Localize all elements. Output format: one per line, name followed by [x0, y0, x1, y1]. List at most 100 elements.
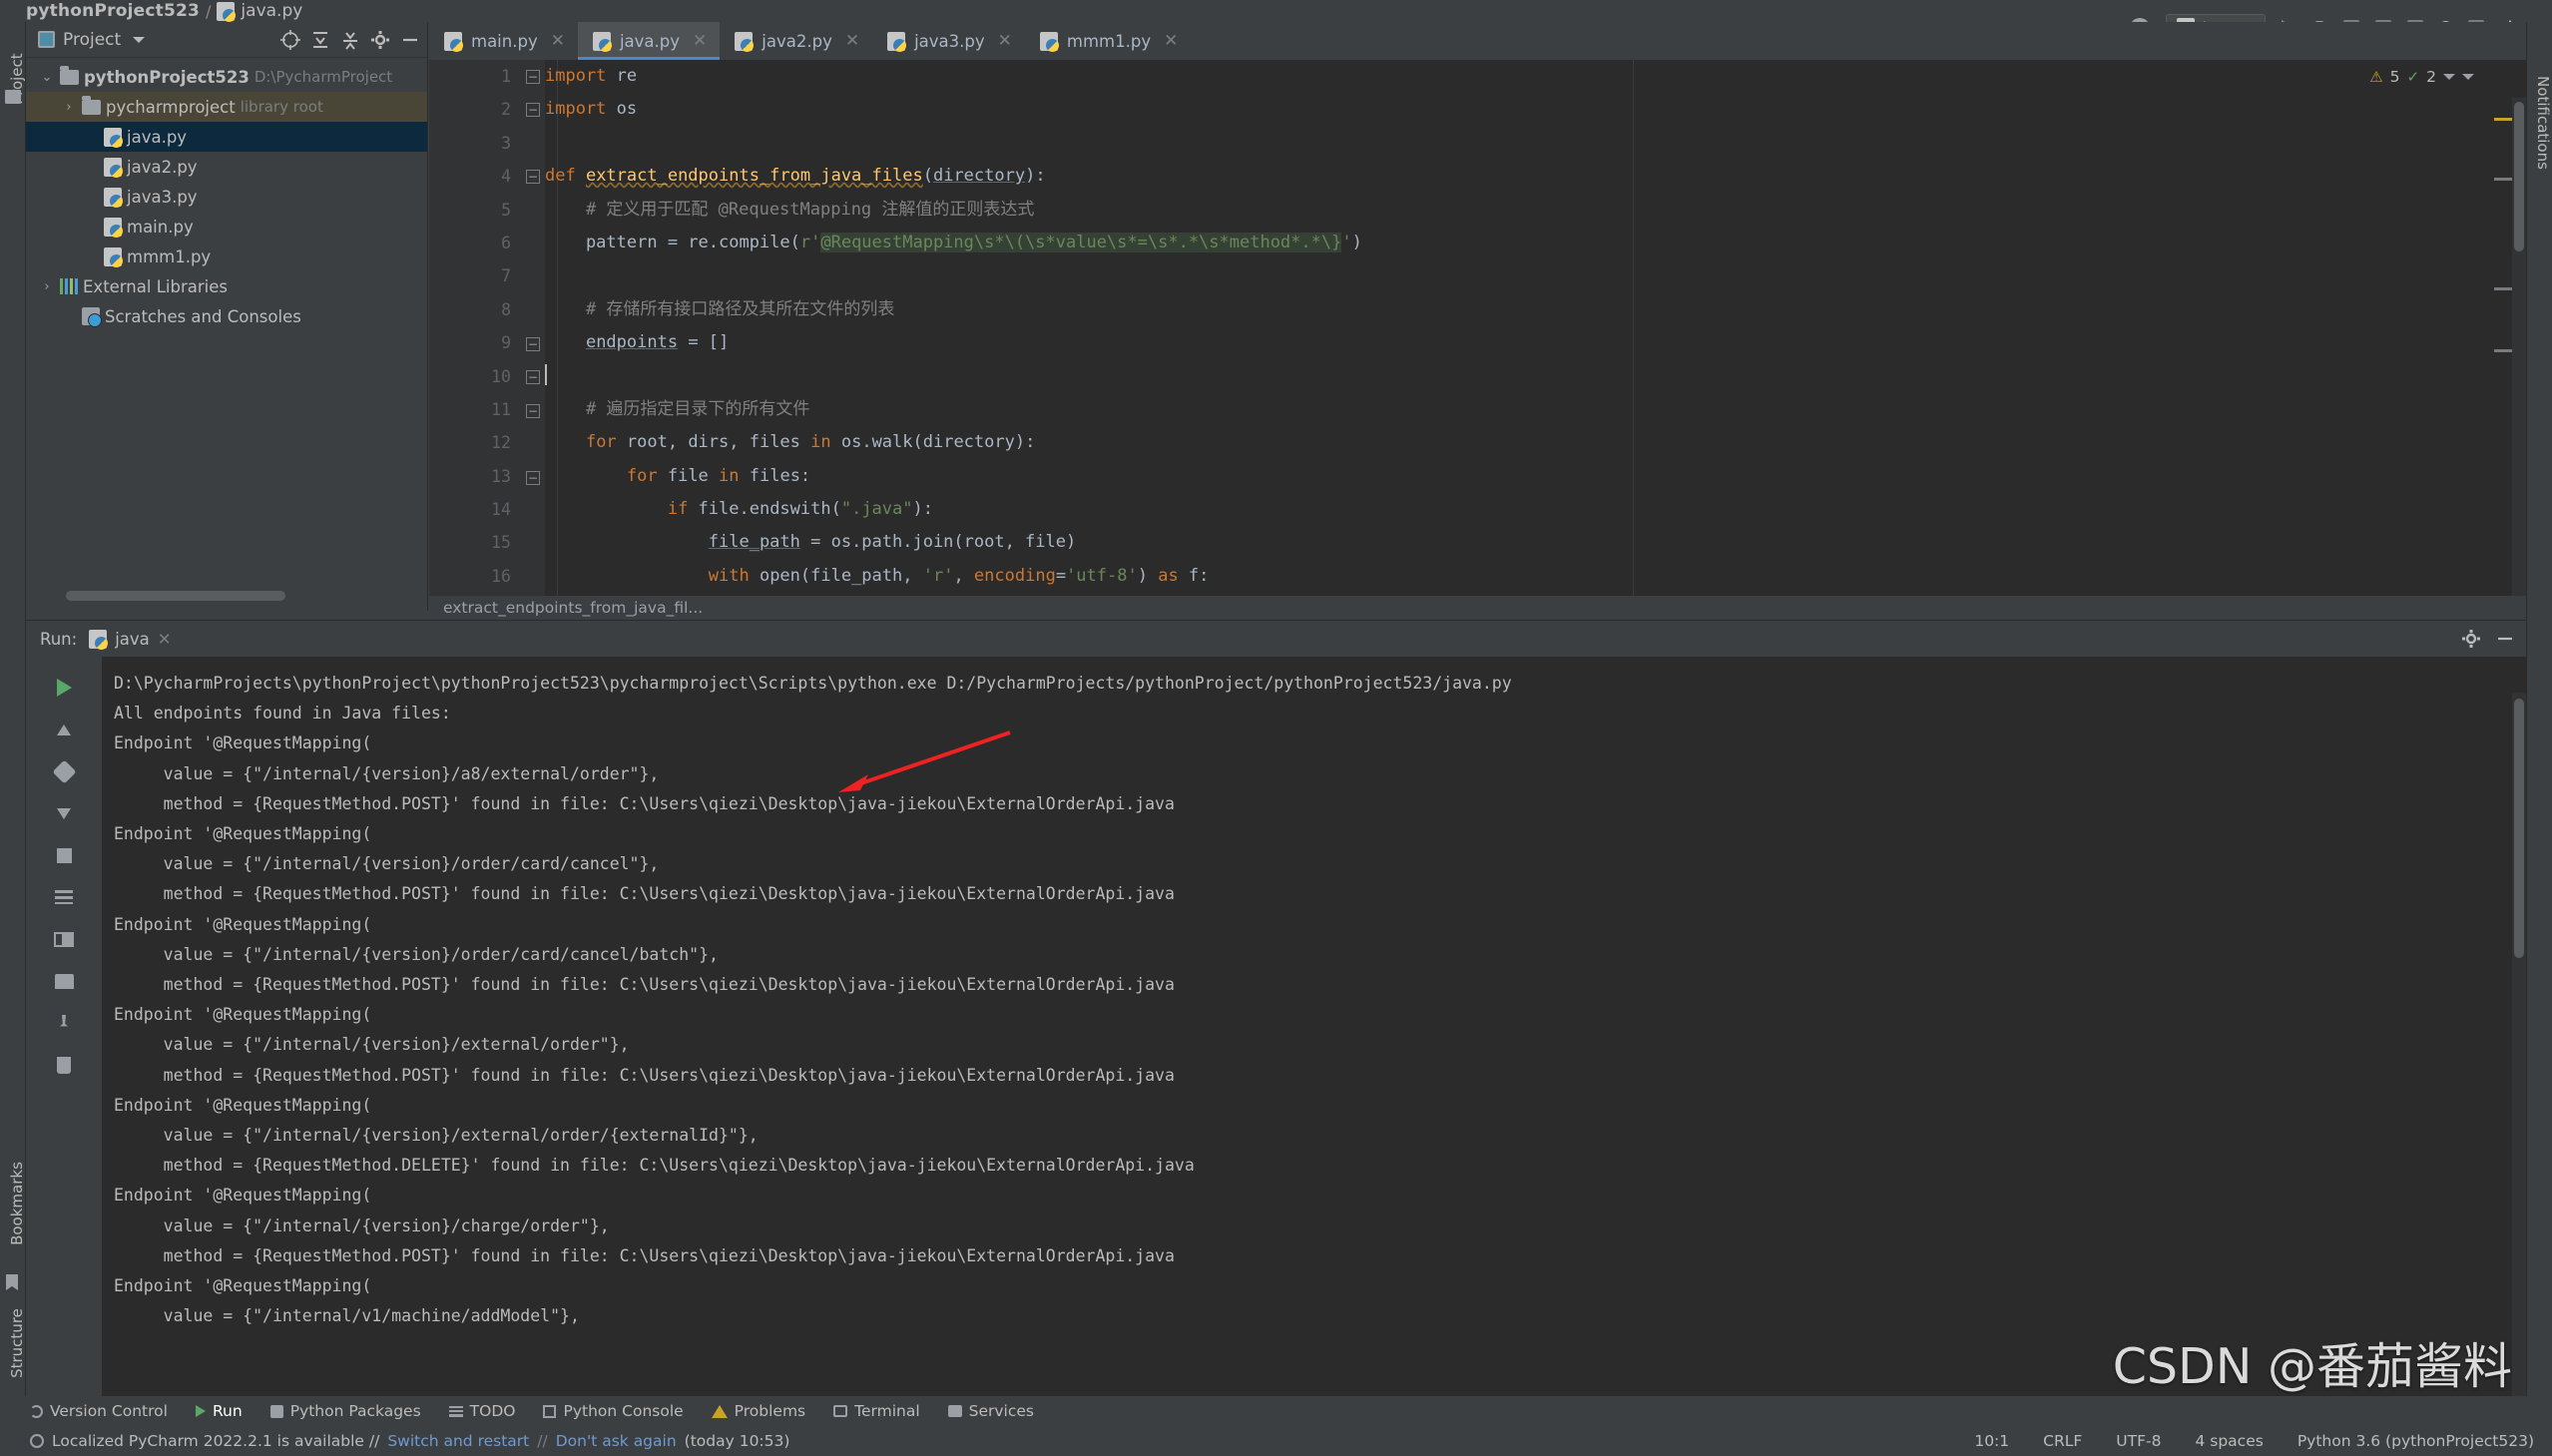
- code-line[interactable]: with open(file_path, 'r', encoding='utf-…: [545, 560, 2526, 593]
- tool-window-python-console[interactable]: Python Console: [543, 1402, 684, 1420]
- tab-java-py[interactable]: java.py ✕: [577, 22, 721, 60]
- locate-file-icon[interactable]: [279, 29, 301, 51]
- sidebar-item-structure[interactable]: Structure: [8, 1300, 26, 1386]
- breadcrumb-project[interactable]: pythonProject523: [26, 1, 200, 21]
- fold-icon[interactable]: −: [526, 471, 540, 485]
- code-line[interactable]: def extract_endpoints_from_java_files(di…: [545, 160, 2526, 193]
- run-tab-java[interactable]: java ✕: [89, 629, 172, 650]
- console-vertical-scrollbar[interactable]: [2512, 693, 2526, 1405]
- tool-window-todo[interactable]: TODO: [448, 1402, 515, 1420]
- code-line[interactable]: for file in files:: [545, 460, 2526, 493]
- code-line[interactable]: [545, 259, 2526, 292]
- code-line[interactable]: import re: [545, 60, 2526, 93]
- code-line[interactable]: import os: [545, 93, 2526, 126]
- close-icon[interactable]: ✕: [998, 31, 1012, 51]
- tool-window-services[interactable]: Services: [947, 1402, 1034, 1420]
- tree-item-external-libraries[interactable]: › External Libraries: [26, 271, 427, 301]
- fold-column[interactable]: − − − − − − −: [521, 60, 545, 611]
- tab-mmm1-py[interactable]: mmm1.py ✕: [1025, 22, 1191, 60]
- console-view-button[interactable]: [26, 918, 102, 960]
- gear-icon[interactable]: [2460, 628, 2482, 650]
- close-icon[interactable]: ✕: [693, 31, 707, 51]
- code-line[interactable]: pattern = re.compile(r'@RequestMapping\s…: [545, 227, 2526, 259]
- scrollbar-thumb[interactable]: [2514, 699, 2524, 958]
- hide-panel-icon[interactable]: [2494, 628, 2516, 650]
- scrollbar-thumb[interactable]: [2514, 102, 2524, 251]
- tree-item-java-py[interactable]: java.py: [26, 122, 427, 152]
- switch-and-restart-link[interactable]: Switch and restart: [387, 1432, 529, 1450]
- tab-java3-py[interactable]: java3.py ✕: [872, 22, 1025, 60]
- print-button[interactable]: [26, 960, 102, 1002]
- stop-button[interactable]: [26, 834, 102, 876]
- bookmarks-icon[interactable]: [6, 1274, 18, 1290]
- editor-vertical-scrollbar[interactable]: [2512, 98, 2526, 611]
- code-area[interactable]: 1 2 3 4 5 6 7 8 9 10 11 12 13 14 15 16 − − − − − − − im…: [429, 60, 2526, 611]
- close-icon[interactable]: ✕: [845, 31, 859, 51]
- tree-expand-icon[interactable]: ›: [39, 279, 55, 294]
- tree-item-scratches-and-consoles[interactable]: Scratches and Consoles: [26, 301, 427, 331]
- tree-item-pycharmproject[interactable]: › pycharmproject library root: [26, 92, 427, 122]
- tool-window-version-control[interactable]: Version Control: [30, 1402, 168, 1420]
- scroll-down-button[interactable]: [26, 792, 102, 834]
- tool-window-run[interactable]: Run: [195, 1402, 243, 1420]
- indent-setting[interactable]: 4 spaces: [2195, 1432, 2263, 1450]
- scroll-up-button[interactable]: [26, 709, 102, 750]
- tool-window-terminal[interactable]: Terminal: [833, 1402, 920, 1420]
- file-encoding[interactable]: UTF-8: [2116, 1432, 2161, 1450]
- code-line[interactable]: file_path = os.path.join(root, file): [545, 526, 2526, 559]
- chevron-down-icon-2[interactable]: [2462, 74, 2474, 80]
- close-icon[interactable]: ✕: [1164, 31, 1178, 51]
- collapse-all-icon[interactable]: [339, 29, 361, 51]
- caret-position[interactable]: 10:1: [1974, 1432, 2009, 1450]
- dont-ask-again-link[interactable]: Don't ask again: [556, 1432, 677, 1450]
- sidebar-item-bookmarks[interactable]: Bookmarks: [8, 1159, 26, 1248]
- editor-breadcrumb[interactable]: extract_endpoints_from_java_fil...: [429, 596, 2526, 620]
- tool-window-python-packages[interactable]: Python Packages: [269, 1402, 421, 1420]
- tree-item-pythonproject523[interactable]: ⌄ pythonProject523 D:\PycharmProject: [26, 62, 427, 92]
- project-horizontal-scrollbar[interactable]: [66, 591, 285, 601]
- chevron-down-icon[interactable]: [133, 36, 146, 43]
- soft-wrap-button[interactable]: [26, 876, 102, 918]
- tool-window-problems[interactable]: Problems: [711, 1402, 805, 1420]
- close-icon[interactable]: ✕: [158, 630, 172, 649]
- code-line[interactable]: endpoints = []: [545, 326, 2526, 359]
- close-icon[interactable]: ✕: [551, 31, 565, 51]
- console-output[interactable]: D:\PycharmProjects\pythonProject\pythonP…: [102, 657, 2512, 1405]
- tree-item-mmm1-py[interactable]: mmm1.py: [26, 242, 427, 271]
- code-line[interactable]: if file.endswith(".java"):: [545, 493, 2526, 526]
- line-separator[interactable]: CRLF: [2043, 1432, 2082, 1450]
- fold-icon[interactable]: −: [526, 404, 540, 418]
- code-line[interactable]: # 定义用于匹配 @RequestMapping 注解值的正则表达式: [545, 194, 2526, 227]
- expand-all-icon[interactable]: [309, 29, 331, 51]
- tab-main-py[interactable]: main.py ✕: [429, 22, 578, 60]
- fold-icon[interactable]: −: [526, 70, 540, 84]
- code-line[interactable]: # 存储所有接口路径及其所在文件的列表: [545, 293, 2526, 326]
- code-line[interactable]: # 遍历指定目录下的所有文件: [545, 393, 2526, 426]
- python-interpreter[interactable]: Python 3.6 (pythonProject523): [2297, 1432, 2534, 1450]
- fold-icon[interactable]: −: [526, 337, 540, 351]
- fold-icon[interactable]: −: [526, 103, 540, 117]
- chevron-down-icon[interactable]: [2443, 74, 2455, 80]
- code-line[interactable]: for root, dirs, files in os.walk(directo…: [545, 426, 2526, 459]
- settings-button[interactable]: [26, 750, 102, 792]
- rerun-button[interactable]: [26, 667, 102, 709]
- tree-expand-icon[interactable]: ⌄: [39, 70, 55, 85]
- tree-item-java3-py[interactable]: java3.py: [26, 182, 427, 212]
- gear-icon[interactable]: [369, 29, 391, 51]
- fold-icon[interactable]: −: [526, 170, 540, 184]
- tree-item-java2-py[interactable]: java2.py: [26, 152, 427, 182]
- hide-panel-icon[interactable]: [399, 29, 421, 51]
- tree-expand-icon[interactable]: ›: [61, 100, 77, 115]
- breadcrumb-file[interactable]: java.py: [241, 1, 302, 21]
- sidebar-item-notifications[interactable]: Notifications: [2534, 75, 2552, 171]
- folder-icon[interactable]: [5, 90, 21, 104]
- code-line[interactable]: [545, 360, 2526, 393]
- code-lines[interactable]: import re import os def extract_endpoints_…: [545, 60, 2526, 611]
- clear-all-button[interactable]: [26, 1044, 102, 1086]
- tab-java2-py[interactable]: java2.py ✕: [720, 22, 872, 60]
- code-line[interactable]: [545, 127, 2526, 160]
- inspection-widget[interactable]: ⚠ 5 ✓ 2: [2369, 68, 2474, 86]
- tree-item-main-py[interactable]: main.py: [26, 212, 427, 242]
- fold-icon[interactable]: −: [526, 370, 540, 384]
- pin-button[interactable]: [26, 1002, 102, 1044]
